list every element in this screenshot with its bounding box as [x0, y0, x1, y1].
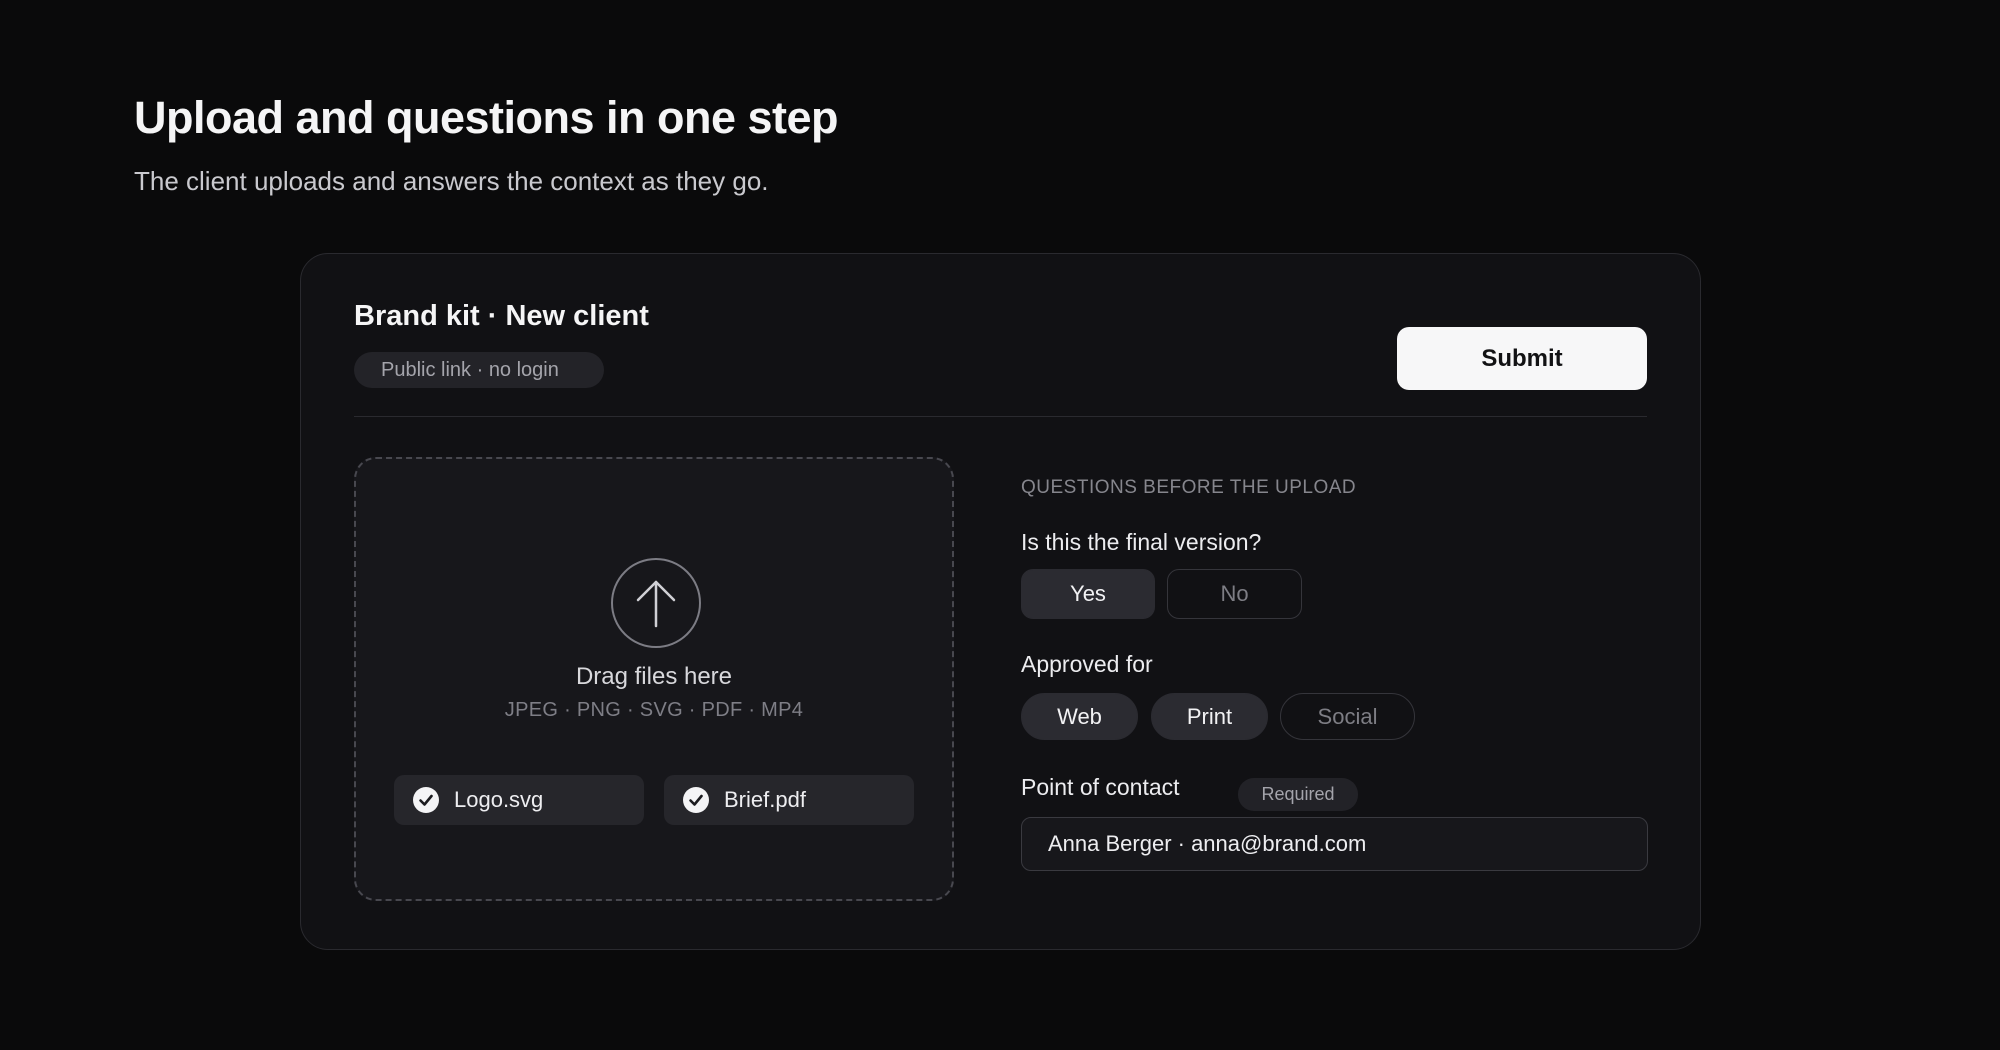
option-yes[interactable]: Yes: [1021, 569, 1155, 619]
approved-for-question: Approved for: [1021, 651, 1153, 677]
header-divider: [354, 416, 1647, 417]
file-name: Logo.svg: [454, 787, 544, 812]
upload-form-card: Brand kit · New client Public link · no …: [300, 253, 1701, 950]
arrow-up-icon: [611, 558, 701, 648]
page-subtitle: The client uploads and answers the conte…: [134, 166, 769, 196]
check-circle-icon: [683, 787, 709, 813]
option-social[interactable]: Social: [1280, 693, 1415, 740]
page-title: Upload and questions in one step: [134, 92, 839, 143]
uploaded-file-item[interactable]: Logo.svg: [394, 775, 644, 825]
final-version-question: Is this the final version?: [1021, 529, 1262, 555]
option-no[interactable]: No: [1167, 569, 1302, 619]
file-dropzone[interactable]: Drag files here JPEG · PNG · SVG · PDF ·…: [354, 457, 954, 901]
questions-section-label: QUESTIONS BEFORE THE UPLOAD: [1021, 477, 1357, 498]
check-circle-icon: [413, 787, 439, 813]
form-title: Brand kit · New client: [354, 300, 649, 332]
required-badge: Required: [1238, 778, 1358, 811]
option-print[interactable]: Print: [1151, 693, 1268, 740]
access-badge: Public link · no login: [354, 352, 604, 388]
dropzone-label: Drag files here: [575, 663, 733, 690]
option-web[interactable]: Web: [1021, 693, 1138, 740]
contact-question: Point of contact: [1021, 774, 1180, 800]
file-name: Brief.pdf: [724, 787, 806, 812]
contact-input[interactable]: [1021, 817, 1648, 871]
submit-button[interactable]: Submit: [1397, 327, 1647, 390]
uploaded-file-item[interactable]: Brief.pdf: [664, 775, 914, 825]
accepted-formats: JPEG · PNG · SVG · PDF · MP4: [504, 699, 804, 721]
